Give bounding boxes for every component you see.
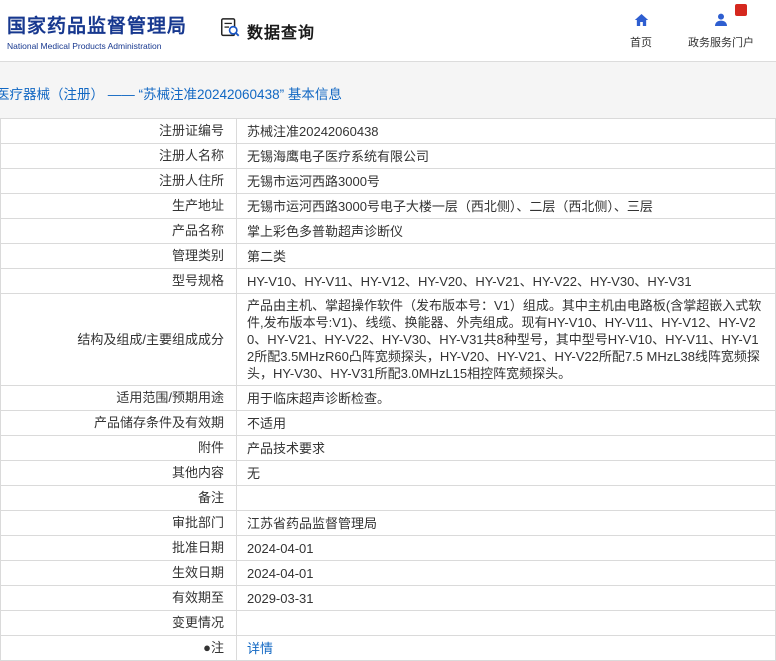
info-table-body: 注册证编号 苏械注准20242060438 注册人名称 无锡海鹰电子医疗系统有限公司注… xyxy=(0,118,776,661)
row-value: 无锡市运河西路3000号电子大楼一层（西北侧）、二层（西北侧）、三层 xyxy=(236,193,776,219)
row-value: 产品技术要求 xyxy=(236,435,776,461)
header: 国家药品监督管理局 National Medical Products Admi… xyxy=(0,0,776,62)
user-icon xyxy=(713,12,729,31)
row-label: 产品储存条件及有效期 xyxy=(0,410,237,436)
detail-link[interactable]: 详情 xyxy=(247,641,273,656)
table-row: 审批部门 江苏省药品监督管理局 xyxy=(0,510,776,536)
row-value: 苏械注准20242060438 xyxy=(236,118,776,144)
table-row: 批准日期 2024-04-01 xyxy=(0,535,776,561)
row-label: 附件 xyxy=(0,435,237,461)
row-value: 2029-03-31 xyxy=(236,585,776,611)
table-row: 生产地址 无锡市运河西路3000号电子大楼一层（西北侧）、二层（西北侧）、三层 xyxy=(0,193,776,219)
table-row: 产品名称 掌上彩色多普勒超声诊断仪 xyxy=(0,218,776,244)
row-value xyxy=(236,485,776,511)
table-row: 结构及组成/主要组成成分 产品由主机、掌超操作软件（发布版本号：V1）组成。其中主… xyxy=(0,293,776,386)
row-label: 备注 xyxy=(0,485,237,511)
nav-home-label: 首页 xyxy=(630,36,652,49)
row-value: 用于临床超声诊断检查。 xyxy=(236,385,776,411)
home-icon xyxy=(633,12,650,31)
table-row: ●注 详情 xyxy=(0,635,776,661)
row-value: 第二类 xyxy=(236,243,776,269)
table-row: 附件 产品技术要求 xyxy=(0,435,776,461)
row-value: 无锡市运河西路3000号 xyxy=(236,168,776,194)
row-label: 批准日期 xyxy=(0,535,237,561)
table-row: 注册人名称 无锡海鹰电子医疗系统有限公司 xyxy=(0,143,776,169)
table-row: 有效期至 2029-03-31 xyxy=(0,585,776,611)
table-row: 变更情况 xyxy=(0,610,776,636)
table-row: 注册证编号 苏械注准20242060438 xyxy=(0,118,776,144)
row-label: 变更情况 xyxy=(0,610,237,636)
content: 注册证编号 苏械注准20242060438 注册人名称 无锡海鹰电子医疗系统有限公司注… xyxy=(0,118,776,661)
table-row: 型号规格 HY-V10、HY-V11、HY-V12、HY-V20、HY-V21、H… xyxy=(0,268,776,294)
row-label: 管理类别 xyxy=(0,243,237,269)
table-row: 备注 xyxy=(0,485,776,511)
row-value: 产品由主机、掌超操作软件（发布版本号：V1）组成。其中主机由电路板(含掌超嵌入式… xyxy=(236,293,776,386)
info-table: 注册证编号 苏械注准20242060438 注册人名称 无锡海鹰电子医疗系统有限公司注… xyxy=(0,118,776,661)
table-row: 产品储存条件及有效期 不适用 xyxy=(0,410,776,436)
row-label: 型号规格 xyxy=(0,268,237,294)
table-row: 注册人住所 无锡市运河西路3000号 xyxy=(0,168,776,194)
row-value: 掌上彩色多普勒超声诊断仪 xyxy=(236,218,776,244)
page-title: 医疗器械（注册） —— “苏械注准20242060438” 基本信息 xyxy=(0,87,342,102)
row-value: 2024-04-01 xyxy=(236,560,776,586)
row-label: 生产地址 xyxy=(0,193,237,219)
table-row: 管理类别 第二类 xyxy=(0,243,776,269)
row-value: HY-V10、HY-V11、HY-V12、HY-V20、HY-V21、HY-V2… xyxy=(236,268,776,294)
data-query-icon xyxy=(219,17,241,44)
logo-en-text: National Medical Products Administration xyxy=(7,40,162,51)
row-label: 产品名称 xyxy=(0,218,237,244)
nav-home[interactable]: 首页 xyxy=(630,12,652,50)
table-row: 其他内容无 xyxy=(0,460,776,486)
data-query-title: 数据查询 xyxy=(247,24,316,42)
row-value: 不适用 xyxy=(236,410,776,436)
row-value: 江苏省药品监督管理局 xyxy=(236,510,776,536)
row-label: ●注 xyxy=(0,635,237,661)
row-label: 审批部门 xyxy=(0,510,237,536)
row-label: 注册人名称 xyxy=(0,143,237,169)
data-query-section: 数据查询 xyxy=(219,17,315,44)
row-label: 生效日期 xyxy=(0,560,237,586)
red-badge-icon xyxy=(735,4,747,16)
row-label: 适用范围/预期用途 xyxy=(0,385,237,411)
row-label: 有效期至 xyxy=(0,585,237,611)
nav-portal[interactable]: 政务服务门户 xyxy=(688,12,754,50)
nmpa-logo: 国家药品监督管理局 National Medical Products Admi… xyxy=(7,11,187,51)
title-bar: 医疗器械（注册） —— “苏械注准20242060438” 基本信息 xyxy=(0,62,776,118)
row-value: 详情 xyxy=(236,635,776,661)
row-value: 2024-04-01 xyxy=(236,535,776,561)
row-value: 无锡海鹰电子医疗系统有限公司 xyxy=(236,143,776,169)
row-label: 其他内容 xyxy=(0,460,237,486)
row-value xyxy=(236,610,776,636)
row-label: 注册证编号 xyxy=(0,118,237,144)
table-row: 生效日期 2024-04-01 xyxy=(0,560,776,586)
row-label: 结构及组成/主要组成成分 xyxy=(0,293,237,386)
header-nav: 首页 政务服务门户 xyxy=(630,12,762,50)
logo-cn-text: 国家药品监督管理局 xyxy=(7,15,188,37)
row-value: 无 xyxy=(236,460,776,486)
row-label: 注册人住所 xyxy=(0,168,237,194)
nav-portal-label: 政务服务门户 xyxy=(688,36,754,49)
table-row: 适用范围/预期用途 用于临床超声诊断检查。 xyxy=(0,385,776,411)
